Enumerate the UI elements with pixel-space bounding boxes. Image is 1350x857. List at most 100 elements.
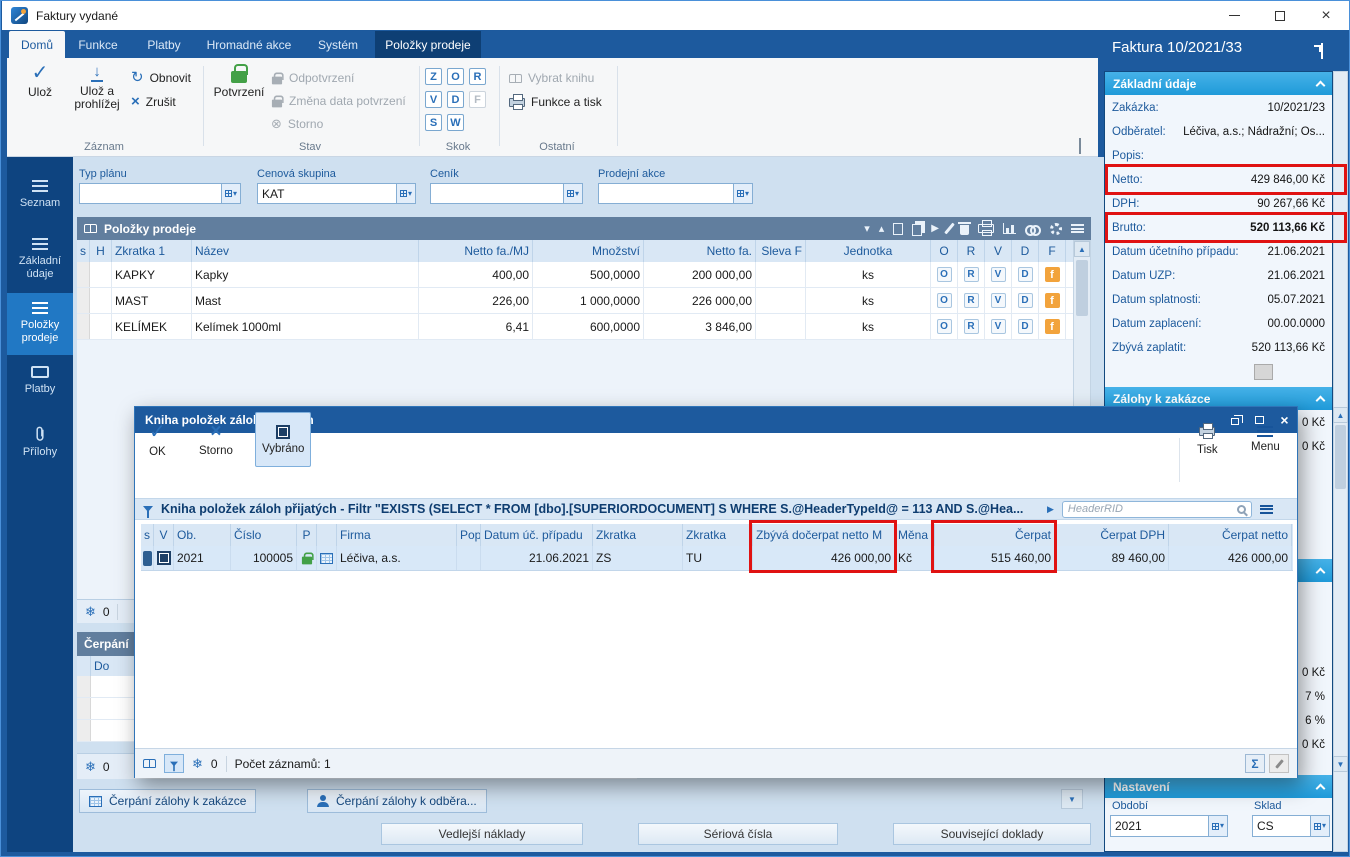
jump-o-button[interactable]: O [447, 68, 464, 85]
obdobi-combo[interactable]: 2021 [1110, 815, 1228, 837]
scroll-down-button[interactable]: ▼ [1061, 789, 1083, 809]
scroll-up-icon[interactable]: ▲ [1333, 407, 1348, 423]
flag-r-icon[interactable]: R [963, 319, 979, 334]
combo-dropdown-icon[interactable] [733, 184, 752, 203]
scrollbar-thumb[interactable] [1335, 425, 1346, 489]
delete-trash-icon[interactable] [958, 222, 971, 235]
storno-button[interactable]: ⊗ Storno [271, 114, 323, 134]
flag-d-icon[interactable]: D [1017, 293, 1033, 308]
seriova-cisla-button[interactable]: Sériová čísla [638, 823, 838, 845]
sum-button[interactable]: Σ [1245, 754, 1265, 773]
scroll-down-icon[interactable]: ▼ [1333, 756, 1348, 772]
copy-document-icon[interactable] [912, 224, 923, 236]
select-book-button[interactable]: Vybrat knihu [509, 68, 594, 88]
items-grid-header[interactable]: s H Zkratka 1 Název Netto fa./MJ Množstv… [77, 240, 1073, 262]
jump-z-button[interactable]: Z [425, 68, 442, 85]
tab-domu[interactable]: Domů [9, 31, 65, 58]
flag-d-icon[interactable]: D [1017, 267, 1033, 282]
typ-planu-combo[interactable] [79, 183, 241, 204]
tab-funkce[interactable]: Funkce [65, 31, 131, 58]
new-document-icon[interactable] [893, 222, 904, 235]
cancel-button[interactable]: × Zrušit [131, 92, 176, 112]
jump-d-button[interactable]: D [447, 91, 464, 108]
jump-f-button[interactable]: F [469, 91, 486, 108]
cenik-combo[interactable] [430, 183, 583, 204]
unconfirm-button[interactable]: Odpotvrzení [271, 68, 354, 88]
search-input[interactable] [1067, 503, 1233, 515]
scroll-up-icon[interactable]: ▲ [1074, 241, 1090, 257]
vedlejsi-naklady-button[interactable]: Vedlejší náklady [381, 823, 583, 845]
caret-up-icon[interactable]: ▴ [879, 222, 885, 235]
edit-pencil-icon[interactable] [944, 222, 955, 235]
detail-more-button[interactable] [1254, 364, 1273, 380]
flag-v-icon[interactable]: V [990, 319, 1006, 334]
maximize-button[interactable] [1257, 1, 1303, 30]
flag-f-icon[interactable]: f [1044, 319, 1060, 334]
flag-o-icon[interactable]: O [936, 293, 952, 308]
grid-menu-icon[interactable] [1071, 224, 1084, 233]
cenova-skupina-combo[interactable]: KAT [257, 183, 416, 204]
flag-f-icon[interactable]: f [1044, 293, 1060, 308]
sidebar-item-platby[interactable]: Platby [7, 357, 73, 415]
tab-platby[interactable]: Platby [131, 31, 197, 58]
flag-f-icon[interactable]: f [1044, 267, 1060, 282]
save-button[interactable]: ✓ Ulož [15, 58, 65, 99]
combo-dropdown-icon[interactable] [221, 184, 240, 203]
frozen-rows-icon[interactable]: ❄ [85, 760, 96, 773]
search-binoculars-icon[interactable] [1025, 224, 1041, 236]
table-row[interactable]: 2021 100005 Léčiva, a.s. 21.06.2021 ZS T… [141, 546, 1293, 571]
flag-r-icon[interactable]: R [963, 293, 979, 308]
filter-toggle-button[interactable] [164, 754, 184, 773]
tab-hromadne-akce[interactable]: Hromadné akce [197, 31, 301, 58]
flag-o-icon[interactable]: O [936, 267, 952, 282]
flag-v-icon[interactable]: V [990, 293, 1006, 308]
scrollbar-thumb[interactable] [1076, 260, 1088, 316]
jump-v-button[interactable]: V [425, 91, 442, 108]
vybrano-toggle-button[interactable]: Vybráno [255, 412, 312, 467]
confirm-button[interactable]: Potvrzení [211, 58, 267, 99]
sidebar-item-zakladni-udaje[interactable]: Základní údaje [7, 229, 73, 291]
sidebar-item-prilohy[interactable]: Přílohy [7, 417, 73, 477]
section-header-zakladni-udaje[interactable]: Základní údaje [1105, 72, 1332, 95]
close-button[interactable]: × [1303, 1, 1349, 30]
edit-button[interactable] [1269, 754, 1289, 773]
refresh-button[interactable]: ↻ Obnovit [131, 68, 191, 88]
sidebar-item-polozky-prodeje[interactable]: Položky prodeje [7, 293, 73, 355]
filter-funnel-icon[interactable] [143, 506, 153, 518]
storno-button[interactable]: × Storno [193, 412, 239, 467]
souvisejici-doklady-button[interactable]: Související doklady [893, 823, 1091, 845]
ok-button[interactable]: ✓ OK [143, 412, 172, 467]
dialog-grid-header[interactable]: s V Ob. Číslo P Firma Popi Datum úč. pří… [141, 524, 1293, 546]
jump-s-button[interactable]: S [425, 114, 442, 131]
tisk-button[interactable]: Tisk [1191, 412, 1224, 467]
flag-v-icon[interactable]: V [990, 267, 1006, 282]
caret-down-icon[interactable]: ▾ [864, 222, 870, 235]
columns-book-icon[interactable] [143, 759, 156, 768]
tab-system[interactable]: Systém [301, 31, 375, 58]
menu-button[interactable]: Menu [1245, 412, 1286, 467]
change-confirm-date-button[interactable]: Změna data potvrzení [271, 91, 406, 111]
expand-panel-icon[interactable] [1321, 43, 1323, 59]
combo-dropdown-icon[interactable] [396, 184, 415, 203]
save-and-view-button[interactable]: ↓ Ulož a prohlížej [67, 58, 127, 111]
collapse-ribbon-icon[interactable] [1079, 138, 1081, 154]
detail-icon[interactable]: ▶ [931, 223, 939, 234]
table-row[interactable]: MAST Mast 226,00 1 000,0000 226 000,00 k… [77, 288, 1073, 314]
print-icon[interactable] [978, 220, 994, 236]
section-header-nastaveni[interactable]: Nastavení [1105, 775, 1332, 798]
selected-checkbox-icon[interactable] [156, 551, 171, 565]
expand-filter-icon[interactable]: ▶ [1047, 504, 1054, 515]
sklad-combo[interactable]: CS [1252, 815, 1330, 837]
cerpani-zalohy-zakazka-button[interactable]: Čerpání zálohy k zakázce [79, 789, 257, 813]
frozen-rows-icon[interactable]: ❄ [85, 605, 96, 618]
minimize-button[interactable] [1211, 1, 1257, 30]
filter-menu-icon[interactable] [1259, 504, 1273, 514]
flag-o-icon[interactable]: O [936, 319, 952, 334]
chart-icon[interactable] [1003, 223, 1016, 234]
jump-r-button[interactable]: R [469, 68, 486, 85]
table-row[interactable]: KELÍMEK Kelímek 1000ml 6,41 600,0000 3 8… [77, 314, 1073, 340]
functions-print-button[interactable]: Funkce a tisk [509, 92, 602, 112]
search-box[interactable] [1061, 500, 1252, 518]
jump-w-button[interactable]: W [447, 114, 464, 131]
combo-dropdown-icon[interactable] [1208, 816, 1227, 836]
